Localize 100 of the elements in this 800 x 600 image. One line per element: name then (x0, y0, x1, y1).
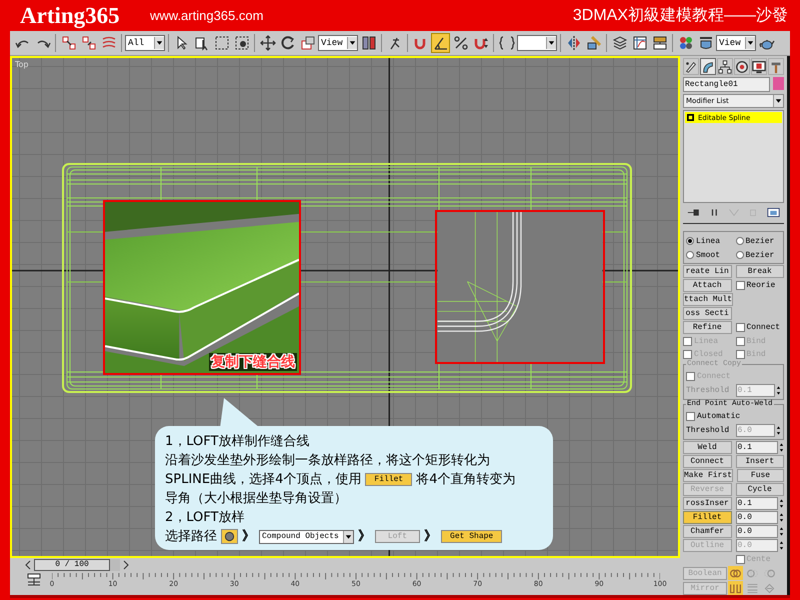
option-radio[interactable]: Bezier (736, 236, 781, 246)
command-panel-tab[interactable] (717, 58, 733, 75)
command-panel-tab[interactable] (700, 58, 716, 75)
material-spheres-icon (678, 35, 694, 51)
site-url: www.arting365.com (150, 8, 264, 23)
track-bar-icon[interactable] (26, 573, 42, 587)
option-checkbox[interactable]: Reorie (736, 281, 784, 290)
expand-box-icon (687, 114, 694, 122)
select-by-name-icon (194, 35, 210, 51)
field-label: Threshold (686, 386, 730, 395)
number-field[interactable]: 0.1 (736, 497, 778, 510)
mirror-both-icon (763, 582, 776, 594)
operation-toggle[interactable] (728, 581, 743, 595)
inset-caption: 复制下缝合线 (209, 353, 297, 371)
command-panel-tab[interactable] (734, 58, 750, 75)
hammer-icon (769, 60, 783, 74)
command-button[interactable]: Cycle (736, 483, 784, 496)
object-color-swatch[interactable] (773, 77, 784, 90)
modify-icon (701, 60, 715, 74)
union-icon (729, 566, 742, 580)
time-slider-thumb[interactable]: 0 / 100 (34, 558, 110, 570)
command-button[interactable]: Attach (683, 279, 732, 292)
command-button[interactable]: Fillet (683, 511, 732, 524)
step-arrow: 》 (358, 528, 371, 546)
align-icon (586, 35, 602, 51)
command-button[interactable]: Fuse (737, 469, 784, 482)
geometry-button[interactable] (221, 529, 238, 544)
command-button[interactable]: Connect (683, 455, 732, 468)
command-button[interactable]: Chamfer (683, 525, 732, 538)
command-button[interactable]: Make First (683, 469, 734, 482)
instruction-text: 将4个直角转变为 (416, 471, 516, 489)
curve-editor-icon (632, 35, 648, 51)
mirror-vertical-icon (746, 582, 759, 594)
move-button[interactable] (258, 33, 277, 53)
instruction-text: 1，LOFT放样制作缝合线 (165, 433, 310, 451)
command-button[interactable]: oss Secti (683, 307, 732, 320)
instruction-text: 2，LOFT放样 (165, 509, 244, 527)
command-button[interactable]: ttach Mult (683, 293, 734, 306)
percent-snap-icon (452, 35, 468, 51)
operation-toggle[interactable] (762, 581, 777, 595)
instruction-text: 沿着沙发坐垫外形绘制一条放样路径，将这个矩形转化为 (165, 452, 490, 470)
create-icon (684, 60, 698, 74)
instruction-text: SPLINE曲线，选择4个顶点，使用 (165, 471, 362, 489)
toolbar-dropdown[interactable]: View (716, 35, 756, 51)
move-icon (260, 35, 276, 51)
motion-icon (735, 60, 749, 74)
command-panel-tab[interactable] (683, 58, 699, 75)
pin-stack-icon[interactable] (687, 207, 702, 218)
toolbar-dropdown[interactable]: View (318, 35, 358, 51)
region-select-icon (214, 35, 230, 51)
site-logo: Arting365 (20, 2, 121, 28)
object-name-field[interactable]: Rectangle01 (683, 77, 770, 92)
number-field[interactable]: 0.0 (736, 525, 778, 538)
viewport-label: Top (15, 60, 28, 69)
command-button[interactable]: Refine (683, 321, 732, 334)
subtraction-icon (746, 566, 759, 580)
instruction-text: 选择路径 (165, 528, 217, 546)
number-field[interactable]: 0.1 (736, 441, 778, 454)
intersection-icon (763, 566, 776, 580)
command-button[interactable]: Break (736, 265, 784, 278)
mirror-horizontal-icon (729, 582, 742, 594)
display-icon (752, 60, 766, 74)
option-checkbox[interactable]: Connect (736, 323, 784, 332)
configure-sets-icon[interactable] (766, 207, 780, 218)
sphere-icon (224, 531, 235, 542)
angle-snap-icon (432, 35, 448, 51)
toolbar-dropdown[interactable] (517, 35, 557, 51)
step-arrow: 》 (424, 528, 438, 546)
category-dropdown[interactable]: Compound Objects (259, 530, 354, 544)
link-icon (60, 35, 76, 51)
command-button[interactable]: rossInser (683, 497, 732, 510)
toolbar-dropdown[interactable]: All (125, 35, 165, 51)
window-crossing-icon (234, 35, 250, 51)
max-button[interactable]: Get Shape (441, 530, 502, 543)
unlink-icon (80, 35, 96, 51)
operation-toggle[interactable] (745, 581, 760, 595)
instruction-text: 导角（大小根据坐垫导角设置） (165, 490, 347, 508)
operation-toggle[interactable] (728, 566, 743, 580)
layers-icon (612, 35, 628, 51)
option-radio[interactable]: Linea (686, 236, 732, 246)
pivot-icon (360, 35, 376, 51)
schematic-view-icon (652, 35, 668, 51)
mirror-icon (566, 35, 582, 51)
named-selection-icon (498, 35, 514, 51)
max-button[interactable]: Fillet (365, 473, 412, 486)
field-label: Threshold (686, 426, 730, 435)
hierarchy-icon (718, 60, 732, 74)
tutorial-title: 3DMAX初級建模教程——沙發 (572, 6, 788, 26)
option-radio[interactable]: Smoot (686, 250, 732, 260)
command-button[interactable]: Weld (683, 441, 732, 454)
command-button[interactable]: reate Lin (683, 265, 732, 278)
number-field[interactable]: 0.0 (736, 511, 778, 524)
command-panel-tab[interactable] (751, 58, 767, 75)
step-arrow: 》 (242, 528, 255, 546)
angle-snap-button[interactable] (431, 33, 450, 53)
scale-icon (300, 35, 316, 51)
command-button[interactable]: Insert (736, 455, 784, 468)
rotate-icon (280, 35, 296, 51)
option-radio[interactable]: Bezier (736, 250, 781, 260)
option-checkbox[interactable]: Automatic (686, 412, 740, 420)
